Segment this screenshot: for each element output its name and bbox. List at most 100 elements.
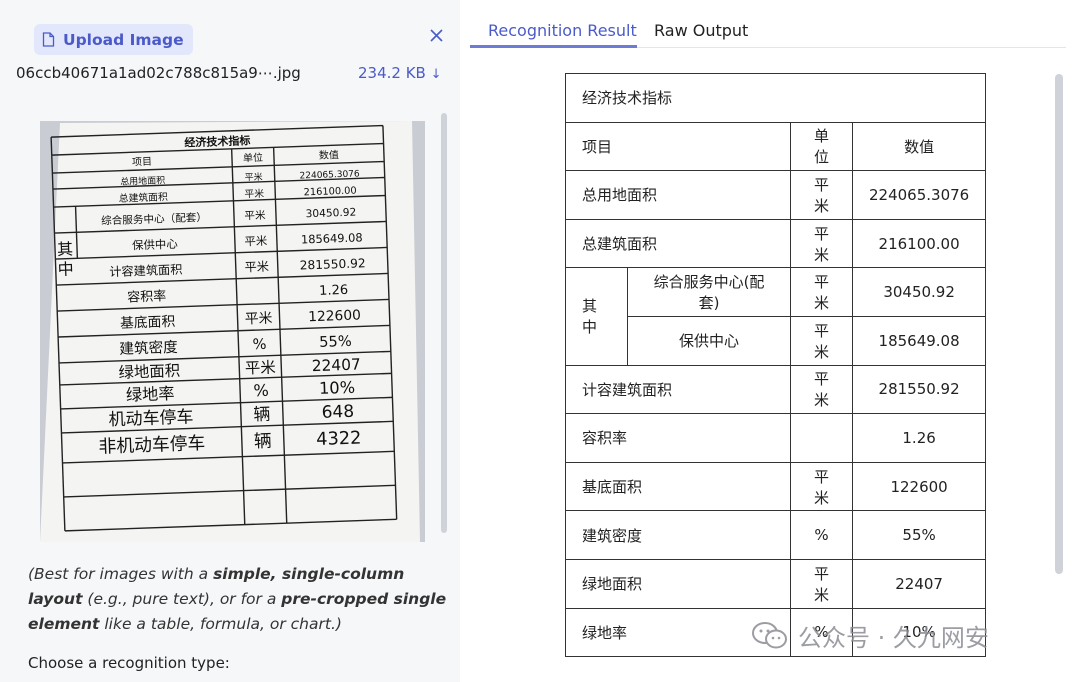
active-tab-indicator [470,45,637,48]
layout-hint-caption: (Best for images with a simple, single-c… [28,562,456,637]
cell-item: 绿地面积 [565,558,791,609]
photo-cell-value: 185649.08 [301,230,363,246]
cell-unit: 平米 [790,364,853,415]
tab-raw-output[interactable]: Raw Output [654,21,748,40]
table-row: 绿地面积 平米 22407 [565,558,987,609]
photo-cell-item: 机动车停车 [108,407,194,430]
photo-cell-item: 绿地率 [126,384,175,405]
photo-cell-unit: % [252,336,267,353]
photo-cell-item: 绿地面积 [118,362,180,382]
upload-button-label: Upload Image [63,30,184,49]
photo-grid-line [382,125,385,144]
watermark-text: 公众号 · 久九网安 [798,624,989,652]
cell-value: 55% [851,510,987,560]
cell-item: 基底面积 [565,461,791,512]
cell-item: 建筑密度 [565,510,791,560]
cell-value: 224065.3076 [851,170,987,220]
cell-group: 其中 [565,267,628,366]
table-row: 基底面积 平米 122600 [565,461,987,512]
photo-cell-unit: % [253,381,269,401]
table-row: 总建筑面积 平米 216100.00 [565,218,987,269]
image-scrollbar[interactable] [441,113,447,533]
cell-unit: 平米 [790,267,853,317]
cell-unit: 平米 [790,315,853,366]
photo-cell-value: 281550.92 [300,256,366,272]
photo-cell-value: 30450.92 [305,207,356,221]
photo-cell-unit: 平米 [245,311,273,328]
file-size[interactable]: 234.2 KB ↓ [358,64,442,82]
cell-item: 计容建筑面积 [565,364,791,415]
result-tabs: Recognition Result Raw Output [470,14,1066,48]
upload-image-button[interactable]: Upload Image [34,24,193,55]
caption-text-2: (e.g., pure text), or for a [82,590,282,608]
left-panel: Upload Image 06ccb40671a1ad02c788c815a9⋯… [0,0,460,682]
cell-value: 1.26 [851,413,987,463]
file-size-text: 234.2 KB [358,64,426,82]
tab-recognition-result[interactable]: Recognition Result [488,21,637,40]
header-item: 项目 [565,121,791,172]
photo-cell-item: 建筑密度 [119,339,178,358]
photo-cell-unit: 平米 [244,209,266,223]
photo-cell-item: 容积率 [127,288,167,305]
photo-cell-unit: 辆 [254,431,273,453]
cell-unit [790,413,853,463]
table-row: 计容建筑面积 平米 281550.92 [565,364,987,415]
cell-value: 30450.92 [851,267,987,317]
table-header-row: 项目 单位 数值 [565,121,987,172]
photo-cell-value: 1.26 [319,283,348,299]
download-icon[interactable]: ↓ [431,67,442,82]
result-scrollbar[interactable] [1055,74,1063,574]
table-row: 容积率 1.26 [565,413,987,463]
photo-cell-unit: 辆 [253,405,271,426]
watermark: 公众号 · 久九网安 [752,618,989,653]
file-icon [42,32,55,47]
table-title: 经济技术指标 [564,73,987,123]
caption-text-3: like a table, formula, or chart.) [99,615,342,633]
cell-item: 综合服务中心(配套) [627,267,791,317]
cell-value: 122600 [851,461,987,512]
photo-cell-unit: 平米 [244,187,264,201]
photo-cell-value: 4322 [316,427,362,450]
cell-value: 22407 [851,558,987,609]
photo-cell-value: 122600 [308,307,361,325]
cell-value: 281550.92 [851,364,987,415]
cell-unit: 平米 [790,218,853,269]
close-icon[interactable] [426,25,446,45]
recognition-type-label: Choose a recognition type: [28,654,230,672]
table-title-row: 经济技术指标 [564,73,987,123]
cell-unit: 平米 [790,170,853,220]
photo-cell-unit: 平米 [244,234,268,249]
photo-header: 项目 [132,156,152,169]
cell-unit: % [790,510,853,560]
photo-header: 数值 [319,148,339,162]
cell-item: 容积率 [565,413,791,463]
upload-card: Upload Image [24,16,452,96]
photo-cell-value: 55% [319,333,352,351]
photo-cell-unit: 平米 [244,260,269,275]
photo-cell-item: 计容建筑面积 [109,262,183,280]
cell-unit: 平米 [790,461,853,512]
cell-value: 185649.08 [851,315,987,366]
cell-value: 216100.00 [851,218,987,269]
file-name: 06ccb40671a1ad02c788c815a9⋯.jpg [16,64,301,82]
photo-title: 经济技术指标 [184,133,250,149]
cell-item: 保供中心 [627,315,791,366]
photo-cell-value: 648 [321,402,354,423]
cell-item: 总建筑面积 [565,218,791,269]
photo-cell-item: 基底面积 [120,313,176,332]
photo-group-label: 其 [57,239,74,259]
wechat-icon [752,621,787,648]
table-row: 总用地面积 平米 224065.3076 [565,170,987,220]
photo-cell-value: 10% [319,378,356,398]
header-unit: 单位 [790,121,853,172]
cell-item: 总用地面积 [565,170,791,220]
caption-text-1: (Best for images with a [28,565,214,583]
uploaded-photo: 经济技术指标 项目 单位 数值 总用地面积 平米 224065.3076 总建筑面积 平米 216… [40,121,425,542]
recognition-result-table: 经济技术指标 项目 单位 数值 总用地面积 平米 224065.3076 总建筑… [564,73,987,658]
photo-header: 单位 [243,151,263,165]
photo-grid-line [50,137,53,156]
photo-cell-value: 22407 [311,355,361,375]
table-row: 其中 综合服务中心(配套) 平米 30450.92 [565,267,987,366]
photo-cell-unit: 平米 [245,358,276,377]
photo-table-drawing: 经济技术指标项目 单位 数值总用地面积 平米 224065.3076总建筑面积 平米 216… [40,121,425,542]
